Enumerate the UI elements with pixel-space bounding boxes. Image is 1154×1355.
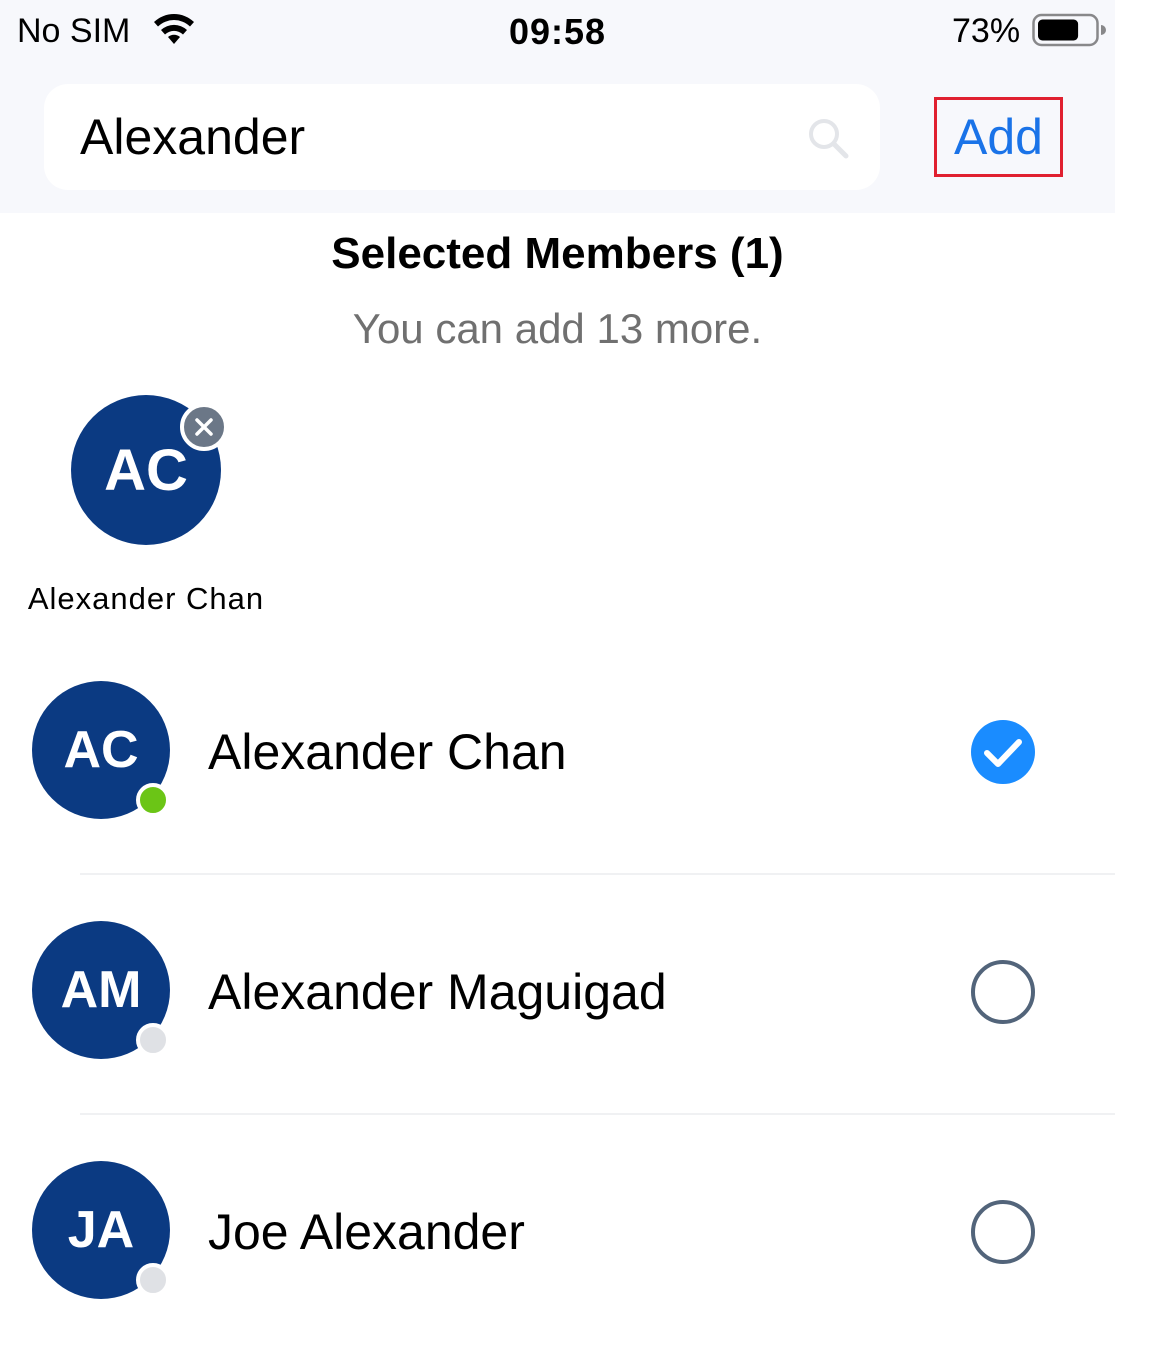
remove-member-button[interactable] [180,403,228,451]
status-bar: No SIM 09:58 73% [0,0,1115,62]
battery-icon [1032,13,1106,47]
member-row[interactable]: AC Alexander Chan [0,635,1115,875]
checked-checkbox-icon[interactable] [968,717,1038,787]
selected-member-name: Alexander Chan [27,581,265,616]
unchecked-checkbox-icon[interactable] [968,1197,1038,1267]
unchecked-checkbox-icon[interactable] [968,957,1038,1027]
presence-offline-indicator [136,1023,170,1057]
member-row[interactable]: JA Joe Alexander [0,1115,1115,1355]
member-name: Alexander Chan [208,724,567,780]
selected-members-subtitle: You can add 13 more. [352,305,763,352]
clock: 09:58 [508,11,607,52]
battery-percentage: 73% [952,12,1021,50]
search-icon [809,119,849,159]
presence-online-indicator [136,783,170,817]
member-row[interactable]: AM Alexander Maguigad [0,875,1115,1115]
member-name: Alexander Maguigad [208,964,667,1020]
close-icon [195,418,213,436]
top-bar: No SIM 09:58 73% Alexander Add [0,0,1115,213]
selected-members-title: Selected Members (1) [331,229,784,278]
search-input[interactable]: Alexander [80,108,305,166]
search-field[interactable]: Alexander [44,84,880,190]
presence-offline-indicator [136,1263,170,1297]
member-name: Joe Alexander [208,1204,525,1260]
add-button[interactable]: Add [934,97,1063,177]
selected-member-chip: AC Alexander Chan [0,395,292,625]
